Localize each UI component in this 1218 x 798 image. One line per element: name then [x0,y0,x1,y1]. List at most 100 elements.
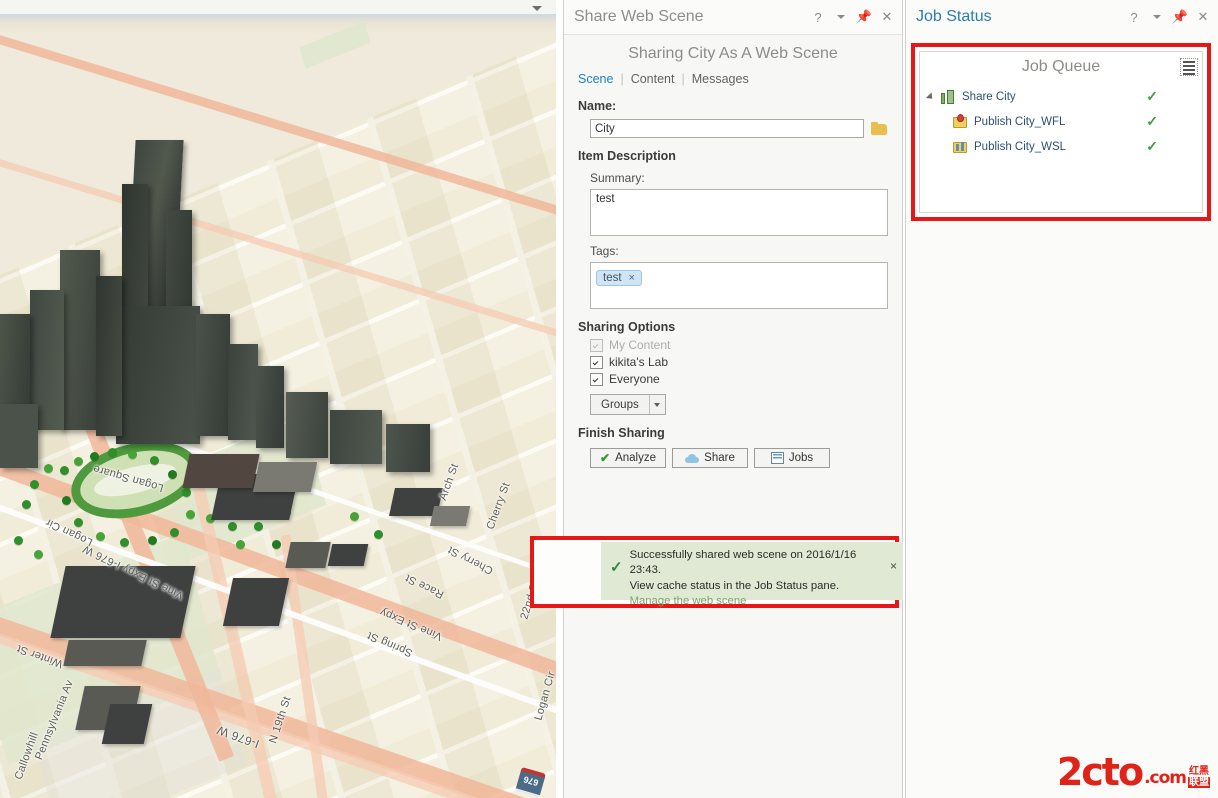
name-input[interactable]: City [590,119,864,138]
message-text: Successfully shared web scene on 2016/1/… [630,548,883,609]
tags-label: Tags: [590,244,619,258]
name-row: City [590,119,888,138]
close-icon[interactable]: ✕ [880,9,894,24]
sharing-options-title: Sharing Options [578,320,676,334]
share-pane-body: Sharing City As A Web Scene Scene | Cont… [564,35,902,468]
building-block [63,640,147,666]
tree [350,512,359,521]
building-block [50,566,196,638]
red-highlight-box-job-queue: Job Queue Share City ✓ Publish City_WFL [911,43,1211,221]
job-label: Publish City_WFL [974,115,1066,128]
building-tower-base [116,306,200,444]
menu-line [1183,73,1195,75]
tree [108,448,117,457]
tag-chip[interactable]: test × [596,270,642,286]
building-block [222,578,290,626]
checkbox-kikitas-lab[interactable] [590,355,603,369]
finish-sharing-title: Finish Sharing [578,426,665,440]
checkbox-row-kikitas-lab[interactable]: kikita's Lab [590,355,888,369]
tree [22,500,31,509]
job-titlebar-controls: ? 📌 ✕ [1127,9,1210,25]
checkbox-row-everyone[interactable]: Everyone [590,372,888,386]
building-office [286,392,328,458]
help-icon[interactable]: ? [811,10,825,25]
checkbox-my-content [590,338,603,352]
checkbox-label: Everyone [609,372,660,386]
watermark-chinese: 红黑 联盟 [1188,766,1210,788]
job-pane-titlebar: Job Status ? 📌 ✕ [906,0,1218,34]
tag-remove-icon[interactable]: × [629,272,635,284]
tag-label: test [603,272,622,284]
tree [150,456,159,465]
folder-icon[interactable] [871,121,888,136]
list-menu-icon[interactable] [1180,58,1198,76]
summary-textarea[interactable]: test [590,189,888,236]
checkbox-row-my-content: My Content [590,338,888,352]
chevron-down-icon[interactable] [530,2,544,14]
web-scene-layer-icon [952,139,968,155]
close-icon[interactable]: ✕ [1196,9,1210,24]
map-view-pane[interactable]: Logan Square Logan Cir Vine St Expy I-67… [0,0,556,798]
job-queue-title: Job Queue [1021,58,1101,75]
help-icon[interactable]: ? [1127,10,1141,25]
building-block [285,542,331,568]
job-row-share-city[interactable]: Share City ✓ [920,84,1202,109]
manage-web-scene-link[interactable]: Manage the web scene [630,595,747,607]
building-office [386,424,430,472]
tree [30,480,39,489]
tab-messages[interactable]: Messages [685,72,756,86]
tree [60,466,69,475]
job-pane-title: Job Status [916,8,992,25]
tree [374,530,383,539]
tree [74,457,83,466]
scene-3d-canvas[interactable]: Logan Square Logan Cir Vine St Expy I-67… [0,14,556,798]
tree [254,522,263,531]
map-top-strip [0,0,556,15]
tree [120,538,129,547]
tree [128,450,137,459]
chevron-down-icon[interactable] [834,10,848,24]
list-icon [770,452,784,464]
parcel-green [299,21,371,69]
pin-icon[interactable]: 📌 [1172,9,1188,24]
share-label: Share [704,452,735,464]
finish-sharing-buttons: ✔ Analyze Share Jobs [590,448,888,468]
share-button[interactable]: Share [672,448,748,468]
jobs-button[interactable]: Jobs [754,448,830,468]
status-check-icon: ✓ [1146,88,1158,104]
watermark-cn-bottom: 联盟 [1188,777,1210,788]
checkbox-label: kikita's Lab [609,355,668,369]
job-row-publish-city-wfl[interactable]: Publish City_WFL ✓ [920,109,1202,134]
tree [170,528,179,537]
message-line-2: View cache status in the Job Status pane… [629,579,840,592]
building-office [196,314,230,436]
groups-label: Groups [601,398,639,411]
tab-scene[interactable]: Scene [578,72,620,86]
building-office [0,404,38,468]
tab-content[interactable]: Content [624,72,682,86]
shield-number: 676 [522,774,540,788]
building-museum [101,704,153,744]
analyze-button[interactable]: ✔ Analyze [590,448,666,468]
groups-dropdown[interactable]: Groups [590,394,666,415]
tree [74,518,83,527]
green-check-icon: ✓ [610,559,623,576]
menu-line [1183,65,1195,67]
tree [62,496,71,505]
tags-input[interactable]: test × [590,262,888,309]
job-label: Publish City_WSL [974,140,1067,153]
chevron-down-icon[interactable] [1150,10,1164,24]
building-office [60,250,100,430]
share-tabs: Scene | Content | Messages [578,72,888,90]
close-icon[interactable]: × [890,559,897,573]
chevron-down-icon[interactable] [648,395,665,414]
jobs-label: Jobs [788,452,814,464]
item-description-title: Item Description [578,149,676,163]
success-message-wrapper: ✓ Successfully shared web scene on 2016/… [530,536,917,609]
job-row-publish-city-wsl[interactable]: Publish City_WSL ✓ [920,134,1202,159]
pane-title: Share Web Scene [574,8,704,25]
checkbox-everyone[interactable] [590,372,603,386]
tree [14,536,23,545]
expander-icon[interactable] [928,93,940,101]
pin-icon[interactable]: 📌 [856,9,872,24]
